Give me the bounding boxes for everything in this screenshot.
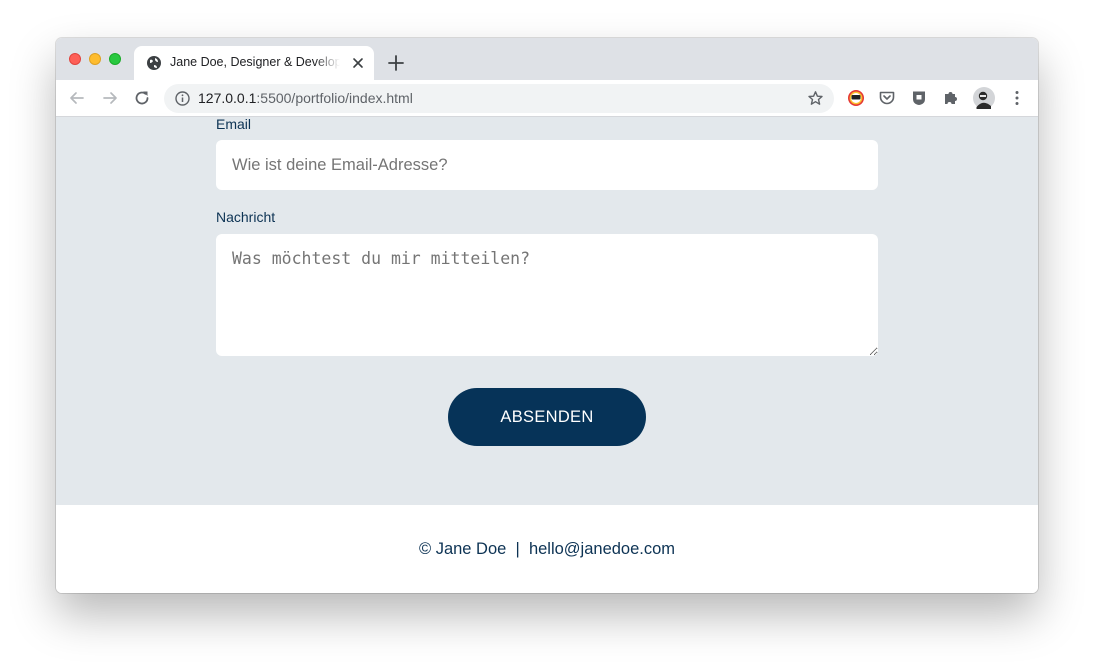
star-icon[interactable]	[807, 90, 824, 107]
profile-avatar[interactable]	[973, 87, 995, 109]
extension-color-icon[interactable]	[847, 89, 865, 107]
maximize-window-button[interactable]	[109, 53, 121, 65]
email-label: Email	[216, 116, 252, 132]
close-window-button[interactable]	[69, 53, 81, 65]
browser-toolbar: 127.0.0.1:5500/portfolio/index.html	[56, 80, 1038, 117]
shield-icon[interactable]	[910, 89, 928, 107]
tab-title: Jane Doe, Designer & Developer	[170, 55, 340, 69]
url-host: 127.0.0.1	[198, 90, 257, 106]
kebab-menu-icon[interactable]	[1008, 89, 1026, 107]
browser-window: Jane Doe, Designer & Developer 127.0.0.1…	[56, 38, 1038, 593]
page-content: Email Nachricht ABSENDEN © Jane Doe | he…	[56, 116, 1038, 593]
contact-form: Email Nachricht ABSENDEN	[56, 116, 1038, 505]
address-bar[interactable]: 127.0.0.1:5500/portfolio/index.html	[164, 84, 834, 113]
info-icon[interactable]	[174, 90, 191, 107]
new-tab-button[interactable]	[386, 53, 406, 73]
reload-icon[interactable]	[133, 89, 151, 107]
globe-icon	[147, 56, 161, 70]
forward-arrow-icon[interactable]	[101, 89, 119, 107]
message-field[interactable]	[216, 234, 878, 356]
page-footer: © Jane Doe | hello@janedoe.com	[56, 505, 1038, 593]
submit-button[interactable]: ABSENDEN	[448, 388, 646, 446]
close-icon[interactable]	[350, 55, 366, 71]
url-path: :5500/portfolio/index.html	[256, 90, 413, 106]
footer-text: © Jane Doe | hello@janedoe.com	[418, 540, 676, 558]
message-label: Nachricht	[216, 209, 276, 225]
pocket-icon[interactable]	[878, 89, 896, 107]
puzzle-icon[interactable]	[942, 89, 960, 107]
minimize-window-button[interactable]	[89, 53, 101, 65]
url-text: 127.0.0.1:5500/portfolio/index.html	[198, 90, 413, 106]
tab-strip: Jane Doe, Designer & Developer	[56, 38, 1038, 80]
email-field[interactable]	[216, 140, 878, 190]
tab-active[interactable]: Jane Doe, Designer & Developer	[134, 46, 374, 80]
back-arrow-icon[interactable]	[68, 89, 86, 107]
